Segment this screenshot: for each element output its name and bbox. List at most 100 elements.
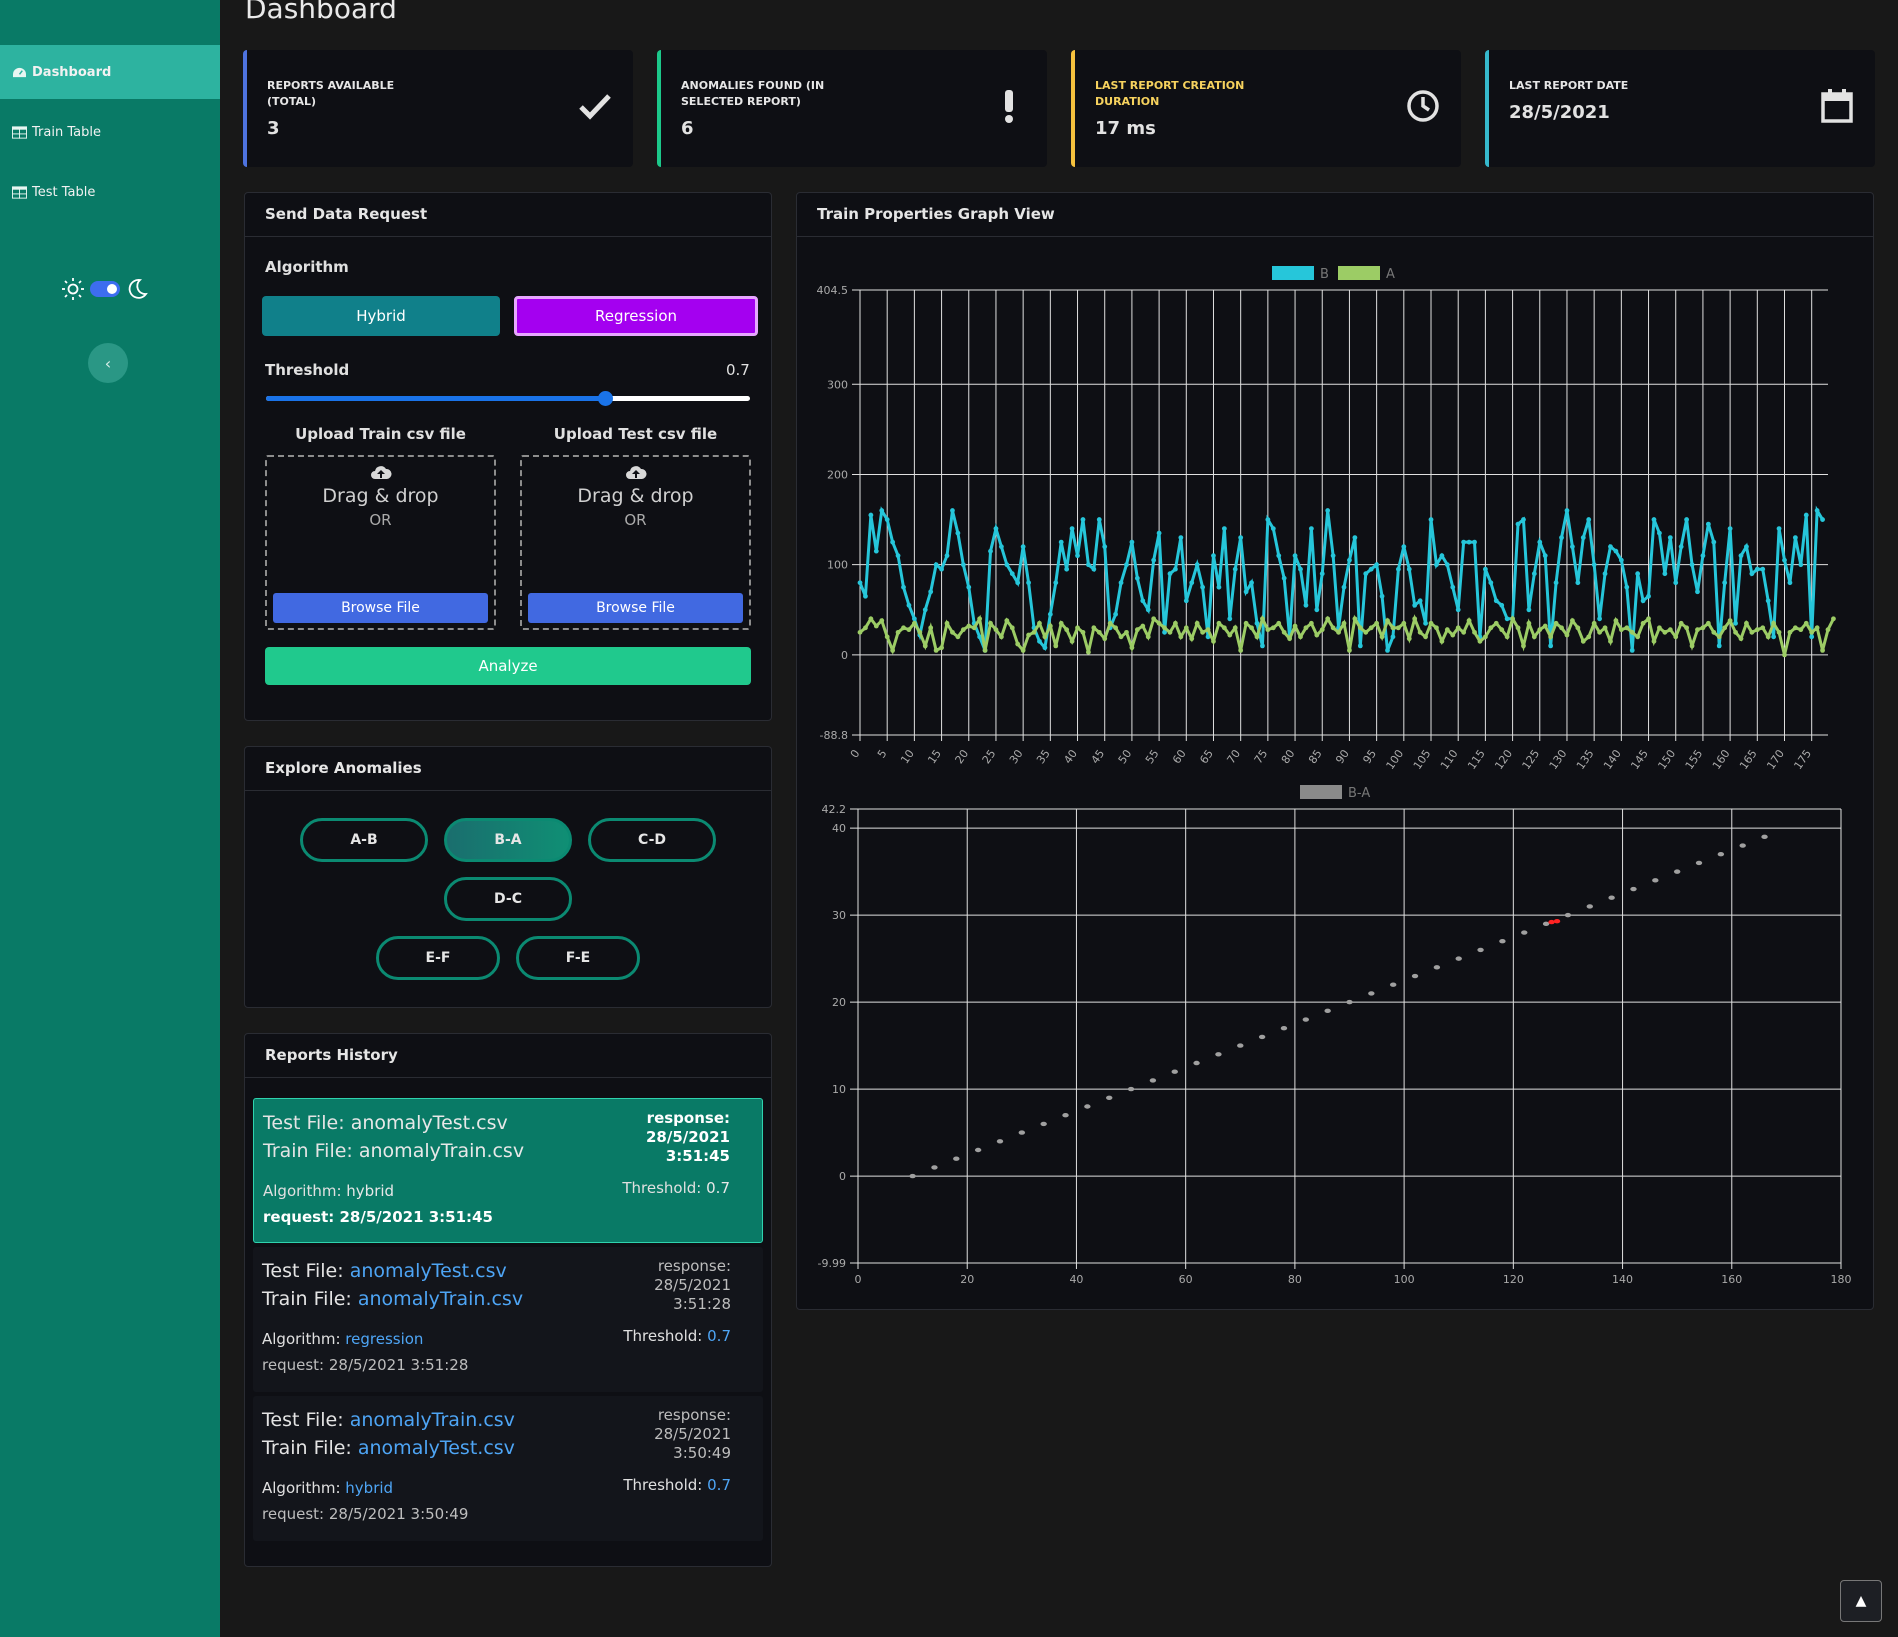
slider-thumb[interactable] [597,391,613,406]
data-point [1678,544,1684,550]
train-file-link[interactable]: anomalyTrain.csv [358,1288,523,1310]
drag-drop-text: Drag & drop [577,485,694,507]
data-point [1352,616,1358,622]
data-point [966,623,972,629]
data-point [1831,616,1836,622]
request-info: request: 28/5/2021 3:51:45 [263,1208,752,1226]
data-point [1504,634,1510,640]
data-point [1727,618,1733,624]
data-point [909,1173,916,1179]
data-point [1026,632,1031,638]
data-point [1466,539,1472,545]
pair-b-a-button[interactable]: B-A [444,818,572,862]
data-point [1472,629,1477,635]
browse-test-button[interactable]: Browse File [528,593,743,623]
threshold-slider[interactable] [266,391,750,406]
test-file-link[interactable]: anomalyTest.csv [350,1260,507,1282]
x-tick-label: 80 [1288,1273,1302,1286]
theme-switch [62,278,148,300]
data-point [977,616,983,622]
data-point [1678,620,1684,626]
pair-e-f-button[interactable]: E-F [376,936,500,980]
data-point [928,625,934,631]
sidebar-item-test-table[interactable]: Test Table [0,165,220,219]
stat-card-anomalies: ANOMALIES FOUND (IN SELECTED REPORT) 6 [657,50,1047,167]
data-point [1102,544,1108,550]
browse-train-button[interactable]: Browse File [273,593,488,623]
data-point [1167,629,1173,635]
panel-title: Explore Anomalies [245,747,771,791]
data-point [1363,571,1369,577]
sidebar-item-train-table[interactable]: Train Table [0,105,220,159]
data-point [1564,632,1570,638]
data-point [1357,643,1363,649]
data-point [1374,562,1380,568]
pair-a-b-button[interactable]: A-B [300,818,428,862]
data-point [988,620,993,626]
x-tick-label: 0 [855,1273,862,1286]
sidebar-item-dashboard[interactable]: Dashboard [0,45,220,99]
data-point [922,643,928,649]
data-point [955,634,961,640]
data-point [1608,544,1613,550]
data-point [1640,620,1646,626]
data-point [922,607,928,613]
data-point [873,548,879,554]
sidebar-collapse-button[interactable]: ‹ [88,343,128,383]
stat-label: REPORTS AVAILABLE (TOTAL) [267,79,395,108]
stat-value: 28/5/2021 [1509,102,1610,123]
scroll-to-top-button[interactable]: ▲ [1840,1580,1882,1622]
test-dropzone[interactable]: Drag & drop OR Browse File [520,455,751,630]
report-item[interactable]: Test File: anomalyTest.csv Train File: a… [253,1247,763,1392]
data-point [1221,526,1227,532]
theme-toggle[interactable] [90,281,120,297]
test-file-link[interactable]: anomalyTest.csv [351,1112,508,1134]
pair-f-e-button[interactable]: F-E [516,936,640,980]
data-point [1428,620,1434,626]
data-point [863,593,868,599]
hybrid-button[interactable]: Hybrid [262,296,500,336]
data-point [1254,620,1260,626]
data-point [1591,620,1597,626]
data-point [1700,553,1706,559]
train-file-link[interactable]: anomalyTest.csv [358,1437,515,1459]
train-file-link[interactable]: anomalyTrain.csv [359,1140,524,1162]
threshold-value: 0.7 [707,1327,731,1345]
regression-button[interactable]: Regression [514,296,758,336]
data-point [1265,517,1271,522]
data-point [950,508,955,513]
data-point [933,647,939,653]
data-point [868,616,874,622]
data-point [1461,629,1467,635]
response-label: response: [646,1109,730,1127]
train-dropzone[interactable]: Drag & drop OR Browse File [265,455,496,630]
y-tick-label: 30 [832,909,846,922]
data-point [1439,553,1445,559]
data-point [1298,566,1303,572]
report-item[interactable]: Test File: anomalyTest.csv Train File: a… [253,1098,763,1243]
test-file-link[interactable]: anomalyTrain.csv [350,1409,515,1431]
data-point [1624,584,1630,590]
x-tick-label: 105 [1411,747,1434,772]
data-point [1167,571,1173,577]
x-tick-label: 145 [1628,747,1651,772]
data-point [1809,634,1815,640]
data-point [857,629,863,635]
legend-label: A [1386,267,1395,282]
report-item[interactable]: Test File: anomalyTrain.csv Train File: … [253,1396,763,1541]
pair-d-c-button[interactable]: D-C [444,877,572,921]
data-point [879,618,885,624]
data-point [1189,636,1195,642]
data-point [1700,625,1706,631]
data-point [1216,620,1222,626]
data-point [901,584,906,590]
data-point [1711,629,1717,635]
data-point [1761,834,1768,840]
data-point [1586,904,1593,909]
data-point [1580,638,1586,644]
x-tick-label: 140 [1612,1273,1633,1286]
analyze-button[interactable]: Analyze [265,647,751,685]
pair-c-d-button[interactable]: C-D [588,818,716,862]
data-point [1341,620,1347,626]
data-point [1542,921,1550,927]
